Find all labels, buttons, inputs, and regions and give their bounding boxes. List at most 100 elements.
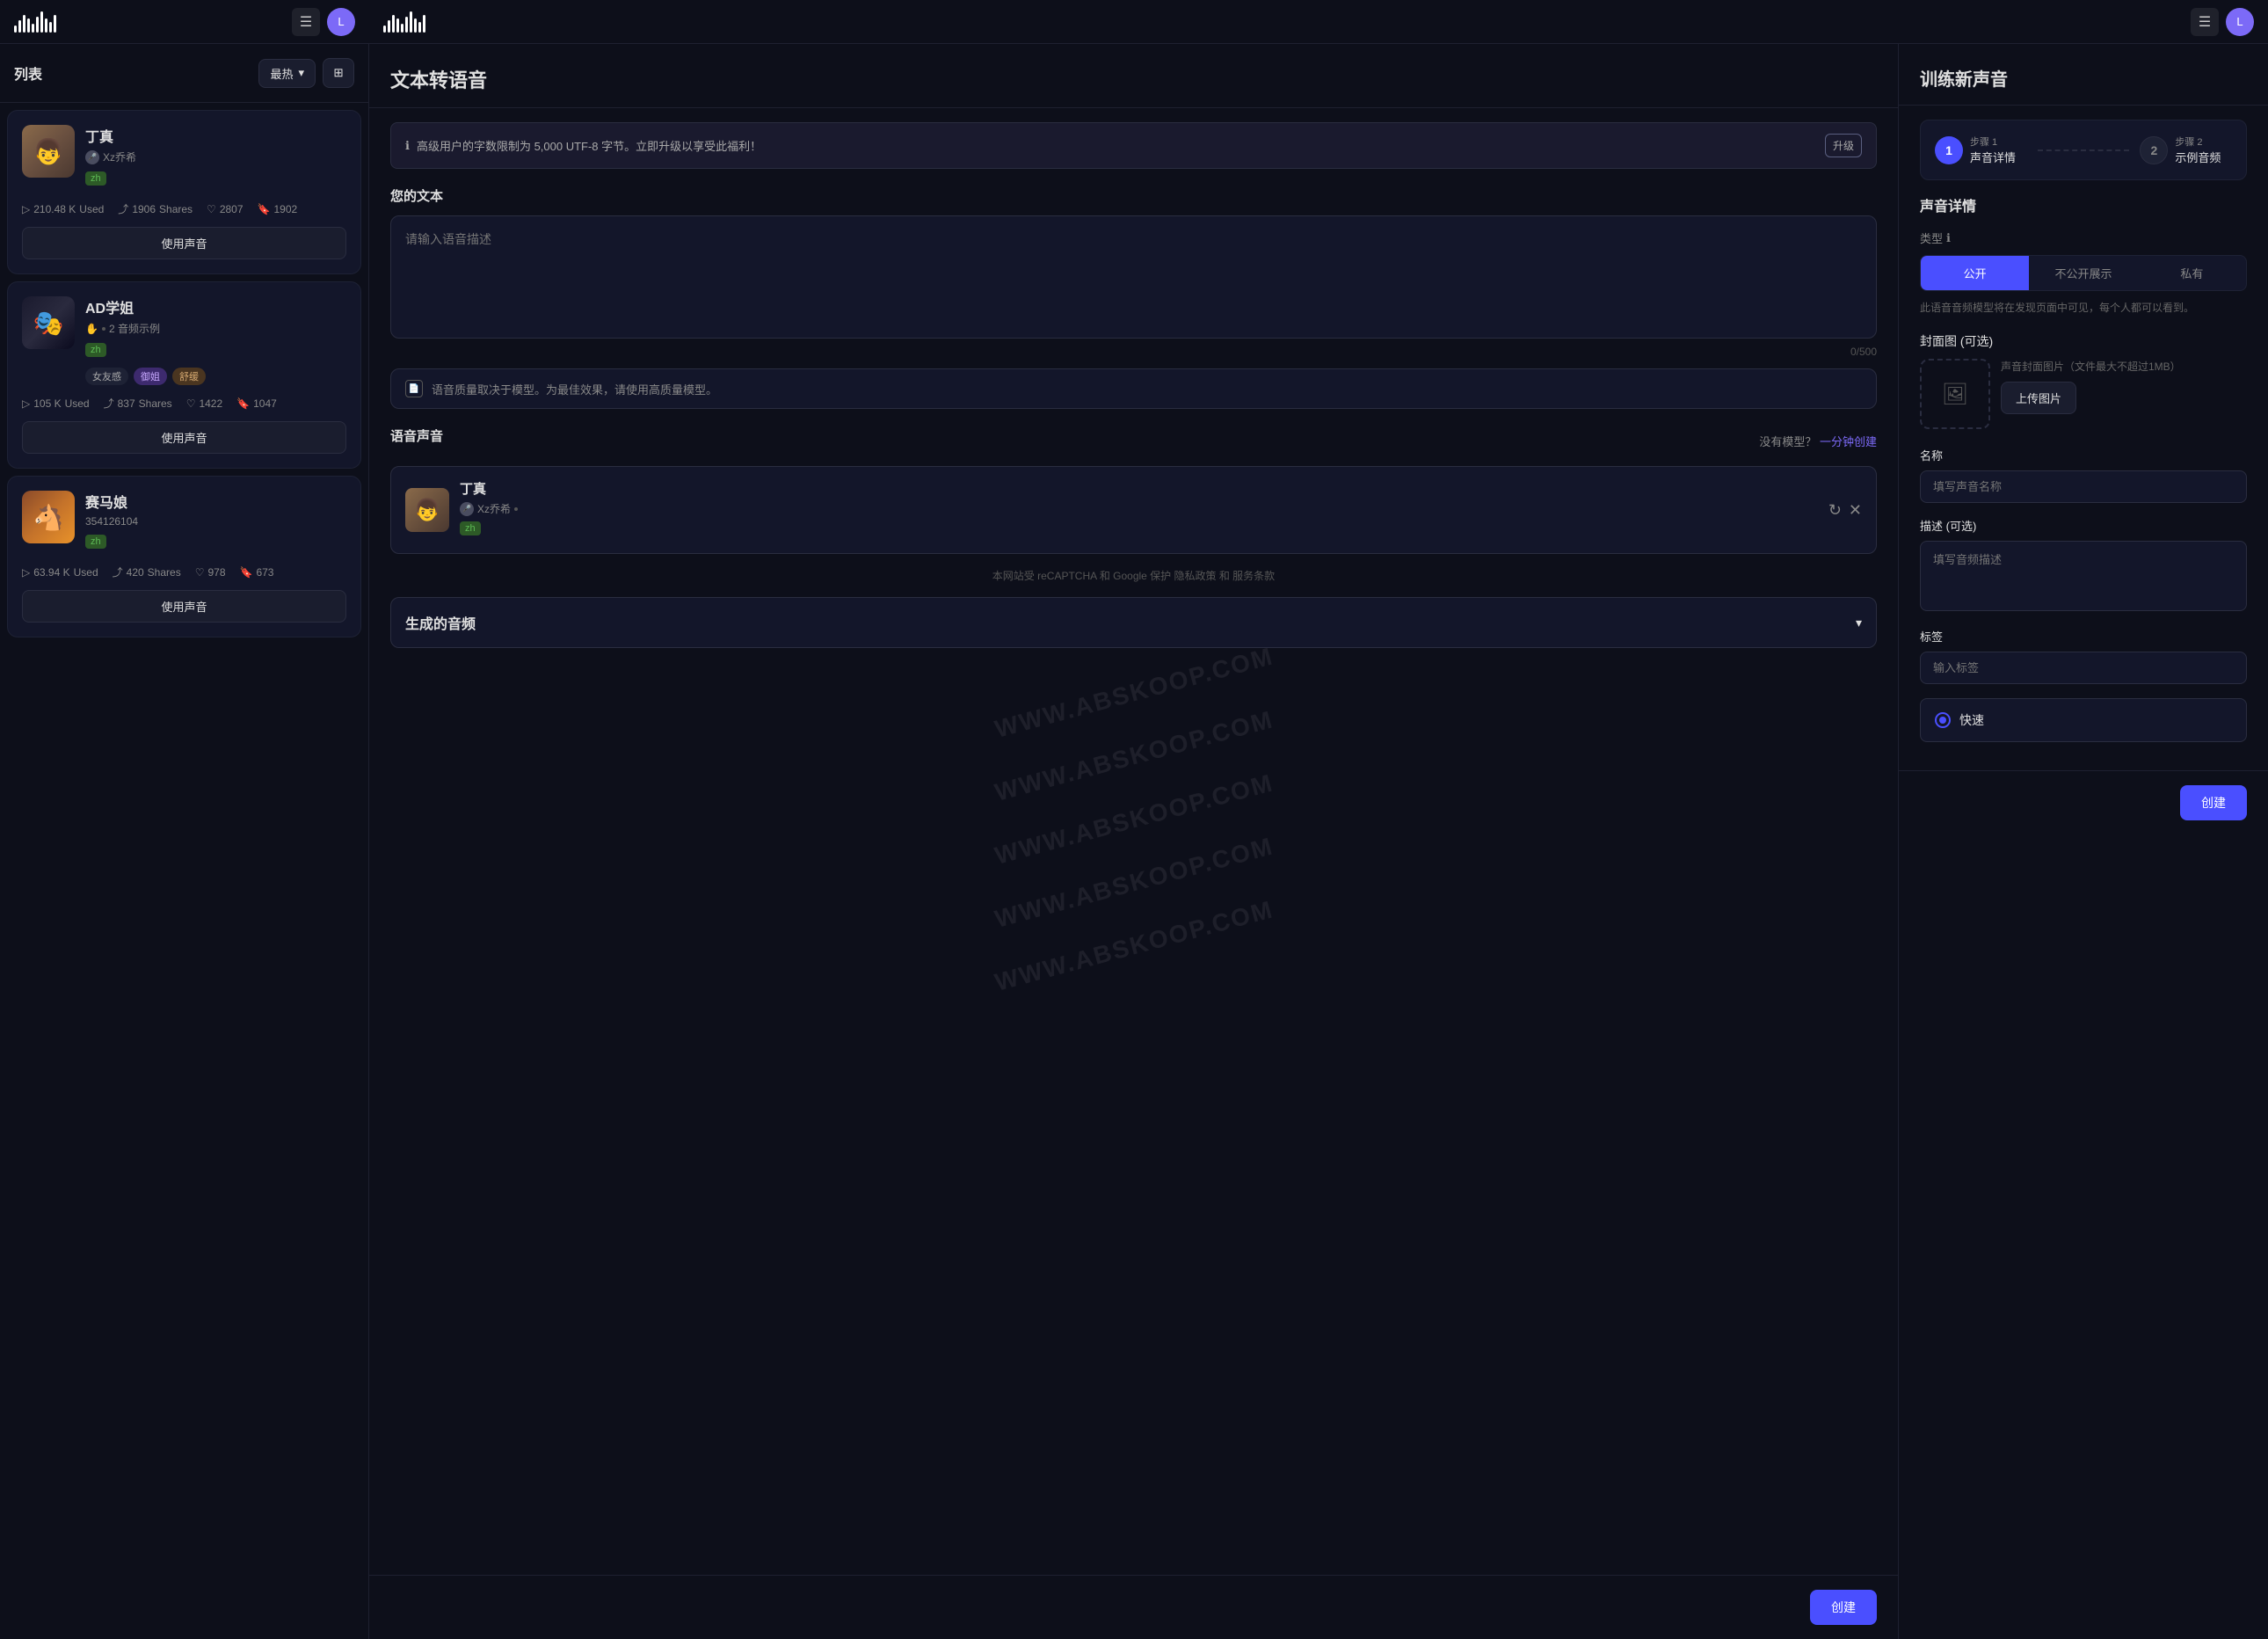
tag-shuhuan: 舒缓 [172,368,206,385]
bookmarks-racing: 673 [256,566,273,579]
type-info-icon: ℹ [1946,231,1951,245]
step-num-1: 1 [1945,143,1952,157]
play-label-dingzhen: Used [79,203,104,215]
voice-creator-ad: ✋ 2 音频示例 [85,321,346,336]
selected-creator-avatar: 🎤 [460,502,474,516]
play-count-racing: 63.94 K [33,566,69,579]
play-stat-racing: ▷ 63.94 K Used [22,566,98,579]
top-bar: ☰ L ☰ L [0,0,2268,44]
voice-card-top-racing: 🐴 赛马娘 354126104 zh [22,491,346,554]
voice-name-racing: 赛马娘 [85,491,346,512]
voice-stats-dingzhen: ▷ 210.48 K Used ⤴ 1906 Shares ♡ 2807 � [22,201,346,216]
step-name-2: 示例音频 [2175,149,2221,165]
type-option-private[interactable]: 私有 [2138,256,2246,290]
create-model-link[interactable]: 一分钟创建 [1820,435,1877,448]
text-input[interactable] [405,230,1862,318]
refresh-voice-btn[interactable]: ↻ [1828,501,1842,520]
play-count-dingzhen: 210.48 K [33,203,76,215]
filter-button[interactable]: ⊞ [323,58,354,88]
step-label-1: 步骤 1 [1970,135,2016,149]
play-stat-ad: ▷ 105 K Used [22,397,90,410]
top-bar-right: ☰ L [369,8,2268,36]
no-model-link: 没有模型？ 一分钟创建 [1759,433,1877,449]
logo-right [383,11,425,33]
shares-label-dingzhen: Shares [159,203,193,215]
logo-left [14,11,56,33]
bookmarks-dingzhen: 1902 [273,203,297,215]
selected-lang-badge: zh [460,521,481,535]
train-content: 声音详情 类型 ℹ 公开 不公开展示 私有 此语音音频模型将在发现页面中可见，每… [1899,194,2268,770]
your-text-label: 您的文本 [390,186,1877,205]
upload-image-btn[interactable]: 上传图片 [2001,382,2076,414]
generated-audio-header[interactable]: 生成的音频 ▾ [391,598,1876,647]
play-icon-ad: ▷ [22,397,30,410]
type-label: 类型 ℹ [1920,229,2247,246]
radio-speed [1935,712,1951,728]
selected-voice-name: 丁真 [460,479,1818,498]
selected-voice-avatar: 👦 [405,488,449,532]
voice-sound-section: 语音声音 没有模型？ 一分钟创建 [390,426,1877,455]
menu-btn-right[interactable]: ☰ [2191,8,2219,36]
step-circle-2: 2 [2140,136,2168,164]
top-bar-actions-right: ☰ L [2191,8,2254,36]
step-label-group-1: 步骤 1 声音详情 [1970,135,2016,165]
voice-card-ad: 🎭 AD学姐 ✋ 2 音频示例 zh 女友感 御姐 舒缓 [7,281,361,469]
selected-creator-name: Xz乔希 [477,501,511,516]
quality-icon: 📄 [405,380,423,397]
step-label-group-2: 步骤 2 示例音频 [2175,135,2221,165]
user-avatar-left[interactable]: L [327,8,355,36]
voice-info-dingzhen: 丁真 🎤 Xz乔希 zh [85,125,346,191]
type-option-unlisted[interactable]: 不公开展示 [2029,256,2137,290]
tts-create-button[interactable]: 创建 [1810,1590,1877,1625]
selected-voice-card: 👦 丁真 🎤 Xz乔希 zh ↻ ✕ [390,466,1877,554]
name-field-group: 名称 [1920,447,2247,503]
bookmark-stat-dingzhen: 🔖 1902 [258,203,298,215]
creator-name-dingzhen: Xz乔希 [103,149,136,164]
name-label: 名称 [1920,447,2247,463]
creator-avatar-dingzhen: 🎤 [85,150,99,164]
type-option-public[interactable]: 公开 [1921,256,2029,290]
likes-stat-racing: ♡ 978 [195,566,226,579]
voice-stats-racing: ▷ 63.94 K Used ⤴ 420 Shares ♡ 978 🔖 [22,565,346,579]
menu-btn-left[interactable]: ☰ [292,8,320,36]
step-2: 2 步骤 2 示例音频 [2140,135,2232,165]
use-voice-btn-ad[interactable]: 使用声音 [22,421,346,454]
likes-stat-dingzhen: ♡ 2807 [207,203,243,215]
upgrade-banner: ℹ 高级用户的字数限制为 5,000 UTF-8 字节。立即升级以享受此福利！ … [390,122,1877,169]
use-voice-btn-racing[interactable]: 使用声音 [22,590,346,623]
name-input[interactable] [1920,470,2247,503]
play-icon: ▷ [22,203,30,215]
train-create-button[interactable]: 创建 [2180,785,2247,820]
cover-info: 声音封面图片（文件最大不超过1MB） 上传图片 [2001,359,2247,414]
no-model-text: 没有模型？ [1759,435,1816,448]
likes-stat-ad: ♡ 1422 [186,397,222,410]
desc-label: 描述 (可选) [1920,517,2247,534]
chevron-down-audio: ▾ [1856,616,1862,630]
use-voice-btn-dingzhen[interactable]: 使用声音 [22,227,346,259]
upgrade-button[interactable]: 升级 [1825,134,1862,157]
voice-creator-racing: 354126104 [85,515,346,528]
voice-info-ad: AD学姐 ✋ 2 音频示例 zh 女友感 御姐 舒缓 [85,296,346,385]
sort-dropdown[interactable]: 最热 ▾ [258,59,316,88]
play-icon-racing: ▷ [22,566,30,579]
step-divider [2038,149,2130,151]
desc-textarea[interactable] [1920,541,2247,611]
lang-badge-ad: zh [85,343,106,357]
privacy-text: 本网站受 reCAPTCHA 和 Google 保护 隐私政策 和 服务条款 [390,568,1877,583]
tags-field-group: 标签 [1920,628,2247,684]
user-avatar-right[interactable]: L [2226,8,2254,36]
tags-label: 标签 [1920,628,2247,645]
shares-stat-racing: ⤴ 420 Shares [113,565,181,579]
step-circle-1: 1 [1935,136,1963,164]
shares-ad: 837 [118,397,135,410]
speed-option[interactable]: 快速 [1920,698,2247,742]
upgrade-notice-text: 高级用户的字数限制为 5,000 UTF-8 字节。立即升级以享受此福利！ [417,137,761,154]
voice-card-dingzhen: 👦 丁真 🎤 Xz乔希 zh ▷ 210.48 K [7,110,361,274]
train-section-title: 声音详情 [1920,194,2247,215]
lang-badge-dingzhen: zh [85,171,106,186]
tts-title: 文本转语音 [390,65,1877,93]
tags-input[interactable] [1920,652,2247,684]
generated-audio-title: 生成的音频 [405,612,476,633]
remove-voice-btn[interactable]: ✕ [1849,501,1862,520]
generated-audio-section: 生成的音频 ▾ [390,597,1877,648]
